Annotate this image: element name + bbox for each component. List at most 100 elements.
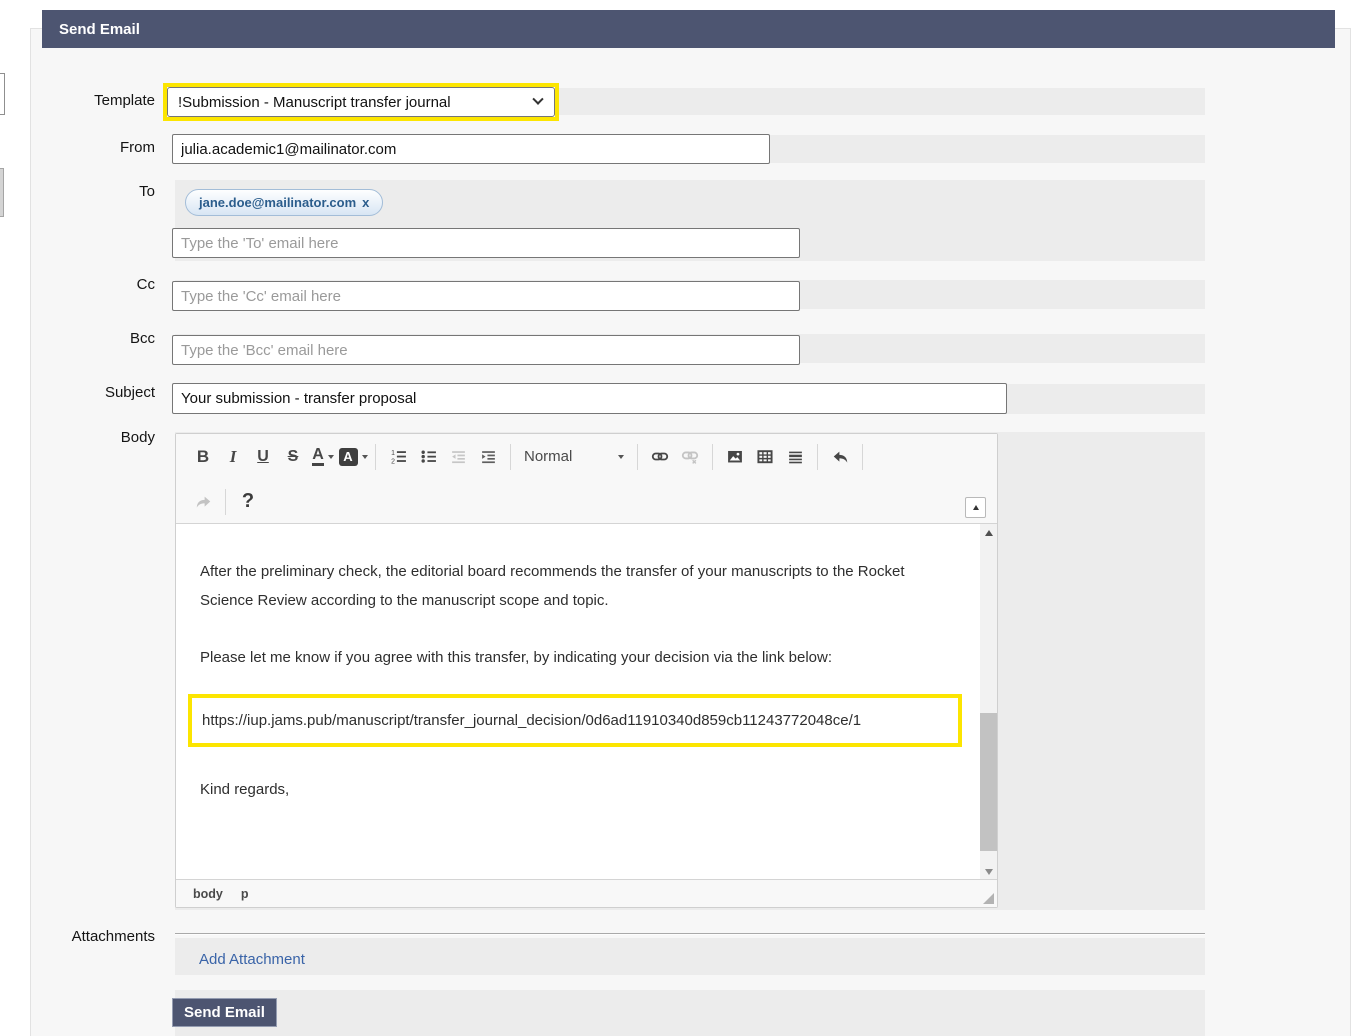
to-chip-email: jane.doe@mailinator.com xyxy=(199,195,356,210)
link-icon xyxy=(651,448,669,465)
toolbar-separator xyxy=(225,489,226,515)
caret-down-icon xyxy=(618,455,624,459)
format-value: Normal xyxy=(524,448,572,465)
toolbar-separator xyxy=(375,444,376,470)
strikethrough-button[interactable]: S xyxy=(278,443,308,471)
to-recipient-chip[interactable]: jane.doe@mailinator.com x xyxy=(185,189,383,216)
text-color-icon: A xyxy=(312,447,324,466)
strikethrough-icon: S xyxy=(288,448,299,466)
editor-status-bar: body p xyxy=(176,879,997,907)
bold-button[interactable]: B xyxy=(188,443,218,471)
body-editor: B I U S A A 12 xyxy=(175,433,998,908)
toolbar-row-1: B I U S A A 12 xyxy=(176,434,997,479)
attachments-divider xyxy=(175,933,1205,935)
decision-link-highlight-box: https://iup.jams.pub/manuscript/transfer… xyxy=(188,694,962,747)
table-icon xyxy=(756,448,774,465)
italic-icon: I xyxy=(230,447,237,467)
send-email-button[interactable]: Send Email xyxy=(172,998,277,1027)
image-icon xyxy=(726,448,744,465)
body-paragraph: After the preliminary check, the editori… xyxy=(200,557,944,615)
underline-button[interactable]: U xyxy=(248,443,278,471)
horizontal-rule-icon xyxy=(787,448,804,465)
body-paragraph: Please let me know if you agree with thi… xyxy=(200,643,944,672)
paragraph-format-select[interactable]: Normal xyxy=(518,443,630,471)
decision-link[interactable]: https://iup.jams.pub/manuscript/transfer… xyxy=(202,712,861,729)
toolbar-collapse-button[interactable] xyxy=(965,497,986,518)
scrollbar-thumb[interactable] xyxy=(980,713,997,851)
outdent-icon xyxy=(450,448,467,465)
svg-text:2: 2 xyxy=(391,459,395,465)
scrollbar-down-button[interactable] xyxy=(980,863,997,880)
background-fragment xyxy=(0,168,4,217)
row-stripe xyxy=(175,938,1205,975)
horizontal-rule-button[interactable] xyxy=(780,443,810,471)
background-color-icon: A xyxy=(339,448,358,466)
attachments-label: Attachments xyxy=(20,928,155,945)
unlink-button[interactable] xyxy=(675,443,705,471)
insert-image-button[interactable] xyxy=(720,443,750,471)
body-paragraph: Kind regards, xyxy=(200,775,944,804)
bulleted-list-button[interactable] xyxy=(413,443,443,471)
remove-recipient-icon[interactable]: x xyxy=(362,195,369,210)
caret-down-icon xyxy=(362,455,368,459)
background-color-button[interactable]: A xyxy=(338,443,368,471)
help-button[interactable]: ? xyxy=(233,488,263,516)
text-color-button[interactable]: A xyxy=(308,443,338,471)
from-label: From xyxy=(30,139,155,156)
insert-table-button[interactable] xyxy=(750,443,780,471)
template-select[interactable]: !Submission - Manuscript transfer journa… xyxy=(167,87,555,117)
triangle-up-icon xyxy=(985,530,993,536)
toolbar-separator xyxy=(712,444,713,470)
cc-label: Cc xyxy=(30,276,155,293)
element-path-p[interactable]: p xyxy=(241,887,249,901)
undo-icon xyxy=(831,448,850,466)
help-icon: ? xyxy=(242,490,254,513)
toolbar-separator xyxy=(510,444,511,470)
template-select-value: !Submission - Manuscript transfer journa… xyxy=(178,94,451,111)
underline-icon: U xyxy=(257,448,269,466)
background-fragment xyxy=(0,73,5,115)
resize-handle-icon[interactable] xyxy=(983,893,994,904)
toolbar-row-2: ? xyxy=(176,479,997,524)
italic-button[interactable]: I xyxy=(218,443,248,471)
toolbar-separator xyxy=(862,444,863,470)
indent-button[interactable] xyxy=(473,443,503,471)
chevron-down-icon xyxy=(532,94,543,105)
template-label: Template xyxy=(30,92,155,109)
ordered-list-button[interactable]: 12 xyxy=(383,443,413,471)
template-highlight-box: !Submission - Manuscript transfer journa… xyxy=(163,83,559,121)
to-input[interactable] xyxy=(172,228,800,258)
editor-content[interactable]: After the preliminary check, the editori… xyxy=(176,524,980,880)
bcc-input[interactable] xyxy=(172,335,800,365)
bulleted-list-icon xyxy=(420,448,437,465)
toolbar-separator xyxy=(637,444,638,470)
outdent-button[interactable] xyxy=(443,443,473,471)
editor-scrollbar[interactable] xyxy=(980,524,997,880)
body-label: Body xyxy=(30,429,155,446)
svg-text:1: 1 xyxy=(391,450,395,457)
bcc-label: Bcc xyxy=(30,330,155,347)
toolbar-separator xyxy=(817,444,818,470)
unlink-icon xyxy=(681,448,699,465)
redo-button[interactable] xyxy=(188,488,218,516)
bold-icon: B xyxy=(197,447,209,467)
ordered-list-icon: 12 xyxy=(390,448,407,465)
caret-down-icon xyxy=(328,455,334,459)
send-email-page: Send Email Template From To Cc Bcc Subje… xyxy=(0,0,1363,1036)
triangle-down-icon xyxy=(985,869,993,875)
undo-button[interactable] xyxy=(825,443,855,471)
dialog-title: Send Email xyxy=(59,21,140,38)
indent-icon xyxy=(480,448,497,465)
subject-label: Subject xyxy=(30,384,155,401)
element-path-body[interactable]: body xyxy=(193,887,223,901)
row-stripe xyxy=(175,990,1205,1036)
redo-icon xyxy=(194,493,213,511)
from-input[interactable] xyxy=(172,134,770,164)
dialog-header: Send Email xyxy=(42,10,1335,48)
to-label: To xyxy=(30,183,155,200)
cc-input[interactable] xyxy=(172,281,800,311)
link-button[interactable] xyxy=(645,443,675,471)
subject-input[interactable] xyxy=(172,383,1007,414)
scrollbar-up-button[interactable] xyxy=(980,524,997,541)
add-attachment-link[interactable]: Add Attachment xyxy=(199,951,305,968)
